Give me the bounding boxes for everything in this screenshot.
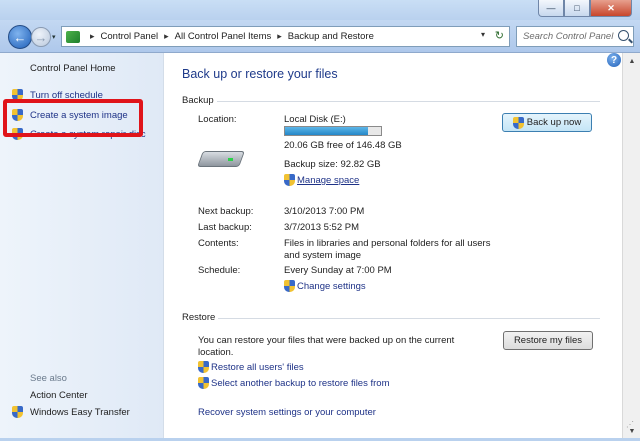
schedule-label: Schedule:	[198, 265, 241, 276]
page-title: Back up or restore your files	[182, 67, 338, 81]
main-content: Back up or restore your files Backup Loc…	[164, 53, 622, 441]
breadcrumb-separator[interactable]: ▸	[164, 31, 169, 42]
restore-all-users-link[interactable]: Restore all users' files	[211, 362, 304, 373]
select-another-backup-link[interactable]: Select another backup to restore files f…	[211, 378, 389, 389]
shield-icon	[284, 280, 295, 292]
backup-section-heading: Backup	[182, 95, 214, 106]
control-panel-icon	[66, 30, 80, 43]
next-backup-value: 3/10/2013 7:00 PM	[284, 206, 365, 217]
help-icon[interactable]: ?	[607, 53, 621, 67]
recent-pages-dropdown[interactable]: ▾	[52, 33, 56, 41]
breadcrumb-separator[interactable]: ▸	[90, 31, 95, 42]
hard-disk-icon	[197, 145, 245, 169]
change-settings-link[interactable]: Change settings	[297, 281, 366, 292]
refresh-icon[interactable]: ↻	[495, 29, 504, 42]
contents-value-line1: Files in libraries and personal folders …	[284, 238, 491, 249]
breadcrumb-control-panel[interactable]: Control Panel	[101, 31, 159, 42]
breadcrumb-backup-restore[interactable]: Backup and Restore	[288, 31, 374, 42]
sidebar-item-action-center[interactable]: Action Center	[30, 390, 88, 401]
restore-my-files-button[interactable]: Restore my files	[503, 331, 593, 350]
section-divider	[218, 318, 600, 319]
contents-value-line2: and system image	[284, 250, 362, 261]
back-up-now-label: Back up now	[526, 117, 582, 128]
next-backup-label: Next backup:	[198, 206, 254, 217]
search-icon[interactable]	[618, 30, 629, 41]
close-button[interactable]: ✕	[590, 0, 632, 17]
see-also-heading: See also	[30, 373, 67, 384]
restore-description-line1: You can restore your files that were bac…	[198, 335, 455, 346]
restore-description-line2: location.	[198, 347, 234, 358]
sidebar-control-panel-home[interactable]: Control Panel Home	[30, 63, 116, 74]
disk-usage-fill	[285, 127, 368, 135]
back-arrow-icon: ←	[13, 29, 27, 45]
shield-icon	[284, 174, 295, 186]
backup-size-text: Backup size: 92.82 GB	[284, 159, 381, 170]
window-controls: — □ ✕	[538, 0, 632, 17]
resize-grip-icon[interactable]: ⋰	[626, 420, 636, 438]
manage-space-link[interactable]: Manage space	[297, 175, 359, 186]
shield-icon	[512, 116, 524, 129]
recover-system-settings-link[interactable]: Recover system settings or your computer	[198, 407, 376, 418]
location-label: Location:	[198, 114, 237, 125]
back-up-now-button[interactable]: Back up now	[502, 113, 592, 132]
schedule-value: Every Sunday at 7:00 PM	[284, 265, 392, 276]
highlight-annotation	[3, 99, 143, 137]
forward-button[interactable]: →	[31, 27, 51, 47]
address-bar[interactable]: ▸ Control Panel ▸ All Control Panel Item…	[61, 26, 510, 47]
title-bar: — □ ✕	[0, 0, 640, 20]
last-backup-value: 3/7/2013 5:52 PM	[284, 222, 359, 233]
maximize-button[interactable]: □	[564, 0, 590, 17]
location-value: Local Disk (E:)	[284, 114, 346, 125]
contents-label: Contents:	[198, 238, 239, 249]
shield-icon	[198, 361, 209, 373]
search-input[interactable]: Search Control Panel	[523, 31, 613, 42]
last-backup-label: Last backup:	[198, 222, 252, 233]
address-dropdown-icon[interactable]: ▾	[481, 30, 485, 39]
navigation-bar: ← → ▾ ▸ Control Panel ▸ All Control Pane…	[0, 20, 640, 53]
forward-arrow-icon: →	[34, 29, 48, 45]
free-space-text: 20.06 GB free of 146.48 GB	[284, 140, 402, 151]
shield-icon	[198, 377, 209, 389]
breadcrumb-separator[interactable]: ▸	[277, 31, 282, 42]
minimize-button[interactable]: —	[538, 0, 564, 17]
sidebar-item-easy-transfer[interactable]: Windows Easy Transfer	[30, 407, 130, 418]
search-box[interactable]: Search Control Panel	[516, 26, 634, 47]
scroll-up-arrow-icon[interactable]: ▲	[625, 55, 639, 69]
breadcrumb-all-items[interactable]: All Control Panel Items	[175, 31, 272, 42]
shield-icon	[12, 406, 23, 418]
vertical-scrollbar[interactable]: ▲ ▼	[622, 53, 640, 441]
disk-usage-bar	[284, 126, 382, 136]
restore-section-heading: Restore	[182, 312, 216, 323]
section-divider	[217, 101, 600, 102]
back-button[interactable]: ←	[8, 25, 32, 49]
